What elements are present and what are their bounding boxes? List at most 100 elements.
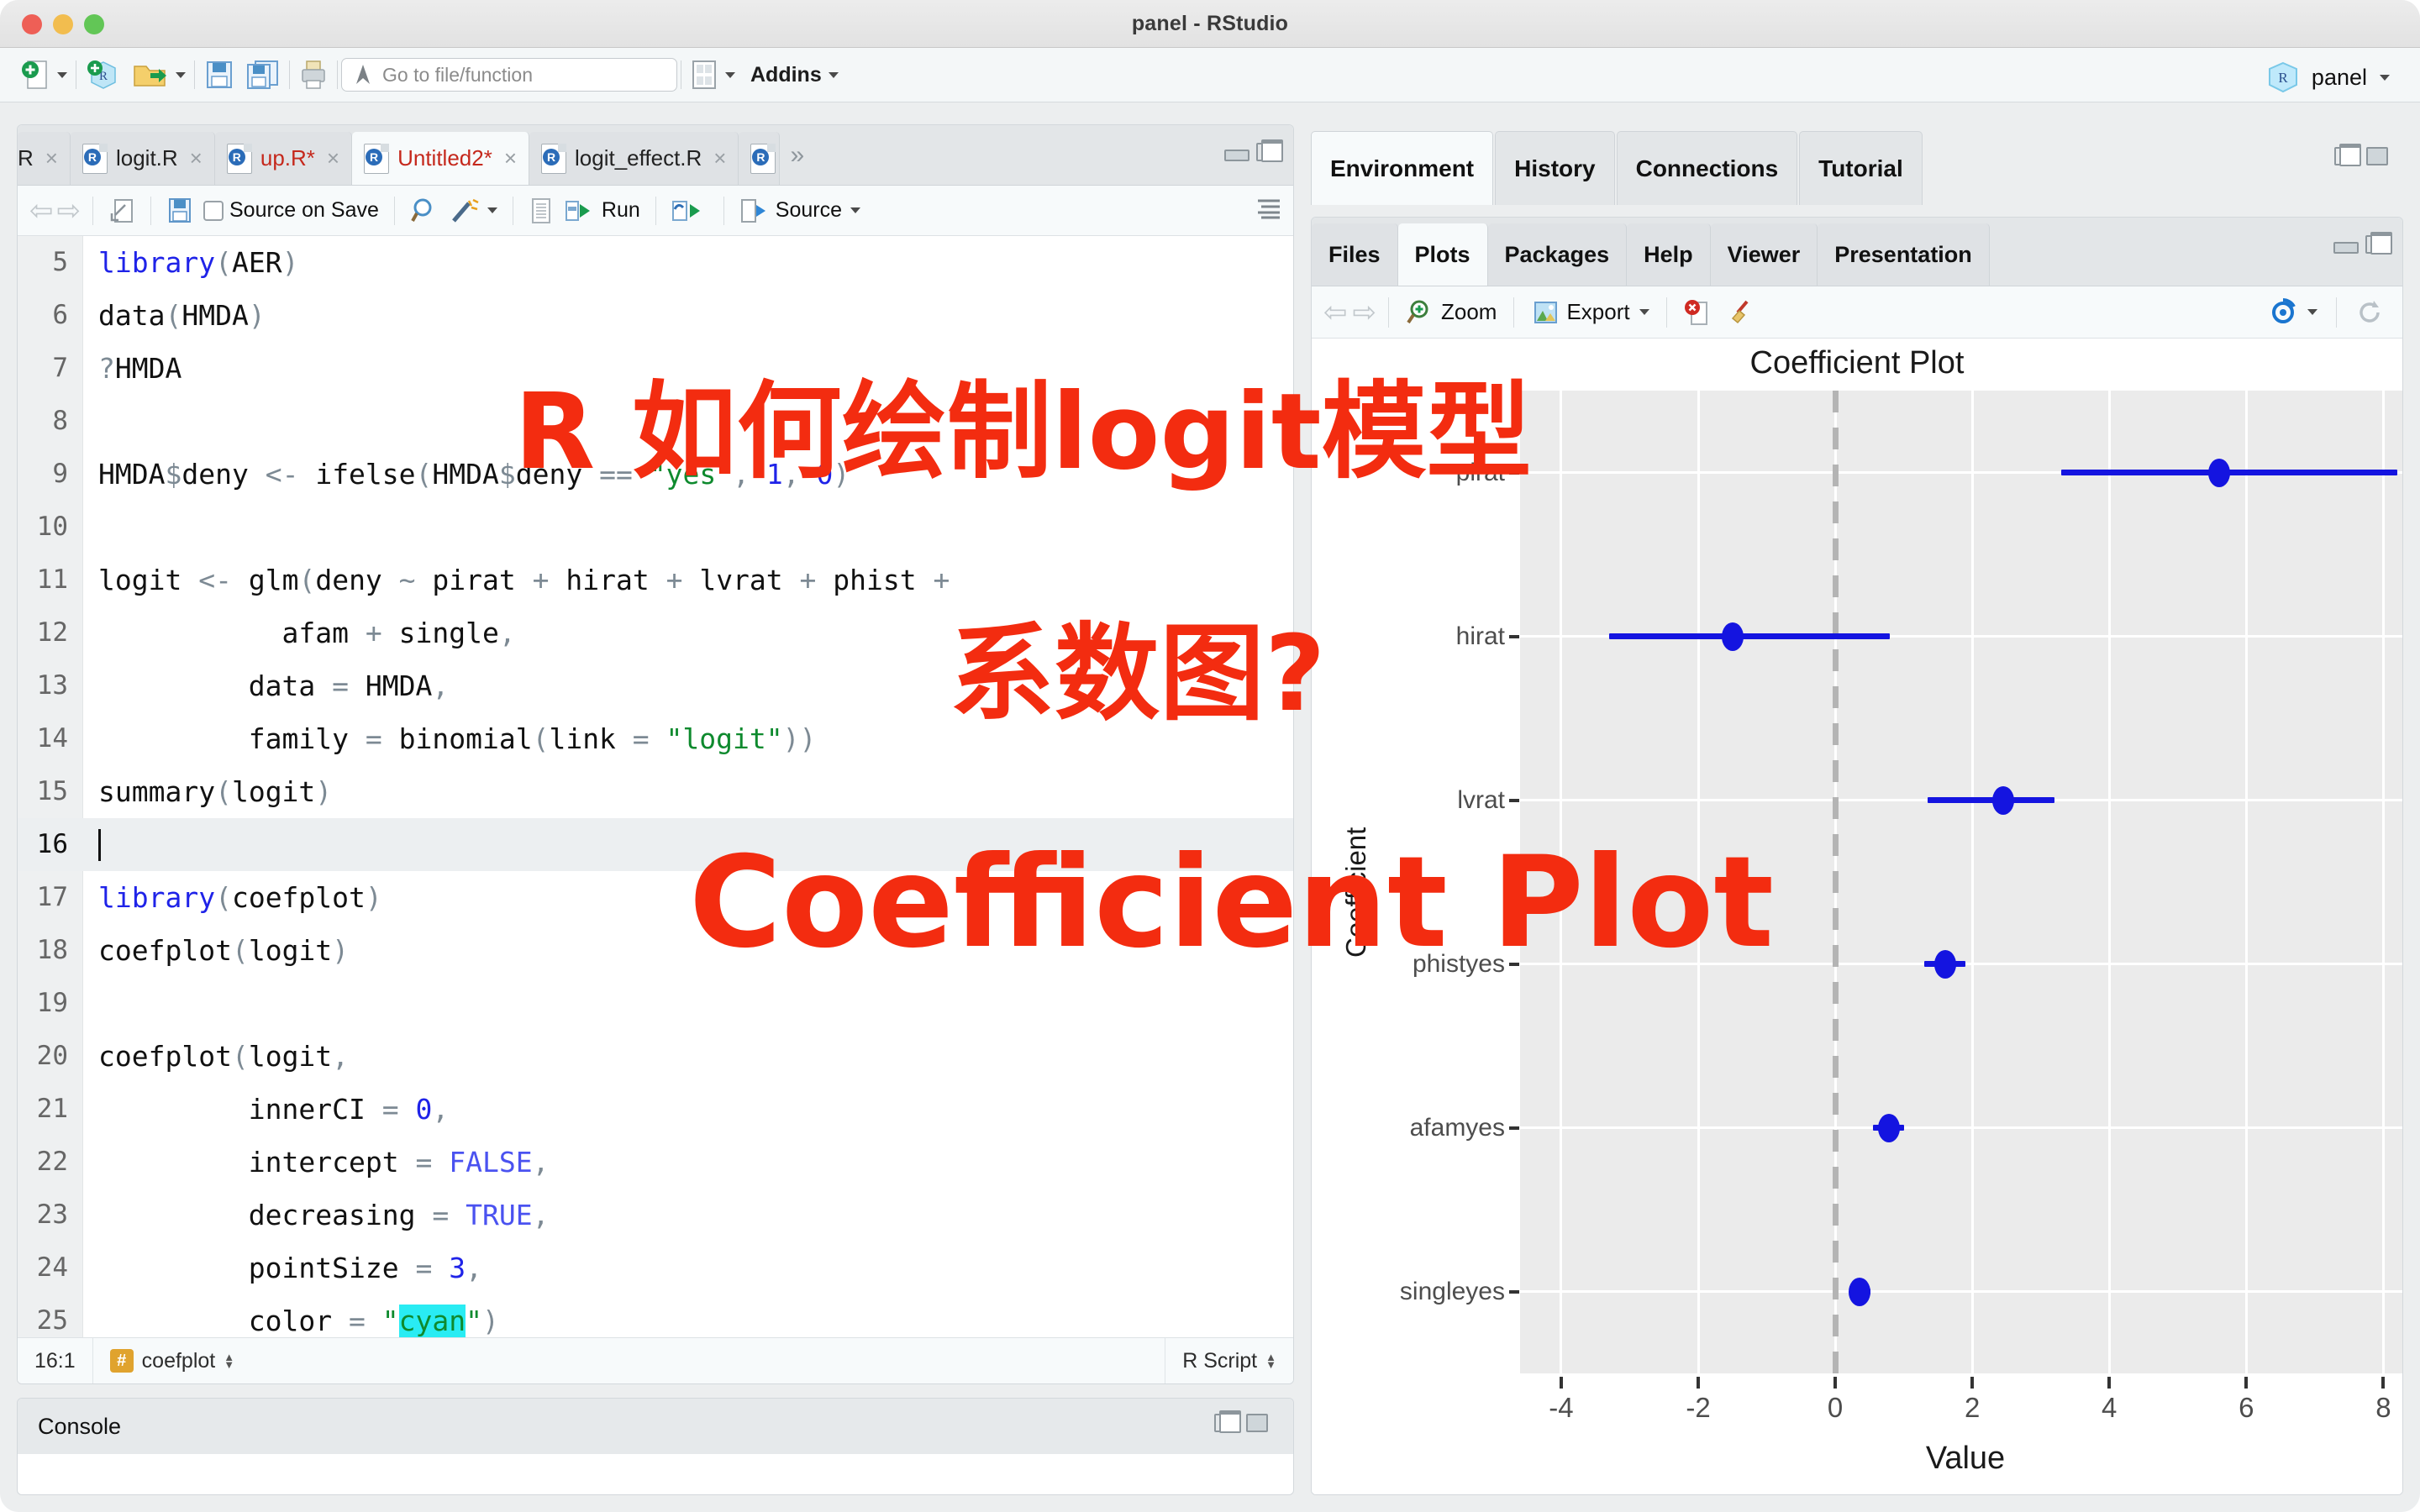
refresh-plot-button[interactable] [2350,297,2389,328]
source-tab-up-r[interactable]: R up.R* × [214,132,353,185]
file-type-selector[interactable]: R Script ▲ ▼ [1165,1338,1293,1383]
code-line[interactable]: 12 afam + single, [18,606,1293,659]
grid-line-major [1697,391,1700,1373]
code-line[interactable]: 25 color = "cyan") [18,1294,1293,1337]
source-tab-truncated[interactable]: R × [18,132,71,185]
code-line[interactable]: 14 family = binomial(link = "logit")) [18,712,1293,765]
source-tab-untitled2[interactable]: R Untitled2* × [352,132,530,185]
export-plot-button[interactable]: Export [1526,297,1654,328]
new-file-button[interactable] [15,55,72,95]
divider [393,196,395,225]
zoom-plot-button[interactable]: Zoom [1401,297,1502,328]
tab-viewer[interactable]: Viewer [1710,223,1818,286]
code-tools-button[interactable] [445,195,501,227]
maximize-pane-icon[interactable] [2334,144,2361,166]
publish-button[interactable] [2263,297,2323,328]
code-line[interactable]: 24 pointSize = 3, [18,1242,1293,1294]
close-tab-icon[interactable]: × [45,145,58,171]
run-button[interactable]: Run [560,196,644,226]
source-tab-label: R [18,145,34,171]
code-lines[interactable]: 5 library(AER) 6 data(HMDA) 7 ?HMDA 8 9 HMDA$den… [18,236,1293,1337]
tab-presentation[interactable]: Presentation [1818,223,1990,286]
save-all-button[interactable] [240,55,286,94]
open-file-button[interactable] [127,56,191,93]
addins-button[interactable]: Addins [740,60,844,91]
chevron-down-icon [487,207,497,213]
code-line[interactable]: 21 innerCI = 0, [18,1083,1293,1136]
maximize-pane-icon[interactable] [2365,231,2392,255]
source-tab-more[interactable]: R [739,132,781,185]
code-editor[interactable]: 5 library(AER) 6 data(HMDA) 7 ?HMDA 8 9 HMDA$den… [18,236,1293,1337]
clear-all-plots-button[interactable] [1721,297,1760,328]
close-tab-icon[interactable]: × [713,145,726,171]
compile-report-button[interactable] [525,195,557,227]
line-number: 21 [36,1094,68,1124]
tab-overflow-icon[interactable]: » [780,141,814,170]
minimize-pane-icon[interactable] [2333,235,2359,254]
workspace-panes-button[interactable] [685,55,740,94]
close-tab-icon[interactable]: × [190,145,203,171]
back-arrow-icon[interactable]: ⇦ [29,194,54,228]
publish-icon [2272,297,2296,323]
code-line[interactable]: 23 decreasing = TRUE, [18,1189,1293,1242]
find-replace-button[interactable] [407,195,442,227]
back-arrow-icon[interactable]: ⇦ [1323,296,1348,329]
maximize-pane-icon[interactable] [1214,1410,1241,1433]
code-line[interactable]: 17 library(coefplot) [18,871,1293,924]
source-script-button[interactable]: Source [736,196,864,226]
divider [1513,297,1515,328]
tab-tutorial[interactable]: Tutorial [1799,131,1923,205]
project-selector[interactable]: R panel [2265,59,2390,96]
code-line[interactable]: 15 summary(logit) [18,765,1293,818]
code-line[interactable]: 8 [18,395,1293,448]
tab-history[interactable]: History [1495,131,1615,205]
y-axis-label: Coefficient [1340,827,1371,958]
save-button[interactable] [198,55,240,94]
goto-file-function-input[interactable]: Go to file/function [341,58,677,92]
plots-tab-strip: Files Plots Packages Help Viewer Present… [1312,218,2402,286]
environment-window-buttons [2334,144,2403,182]
code-line[interactable]: 6 data(HMDA) [18,289,1293,342]
show-in-new-window-button[interactable] [105,195,139,227]
new-file-icon [22,60,47,89]
checkbox-icon[interactable] [203,200,224,221]
restore-pane-icon[interactable] [2366,147,2388,165]
scope-selector[interactable]: # coefplot ▲ ▼ [93,1338,251,1383]
code-line[interactable]: 11 logit <- glm(deny ~ pirat + hirat + lv… [18,554,1293,606]
environment-tab-strip: Environment History Connections Tutorial [1311,124,2403,205]
source-on-save-label: Source on Save [229,198,379,222]
code-line[interactable]: 22 intercept = FALSE, [18,1136,1293,1189]
code-line[interactable]: 16 [18,818,1293,871]
code-line[interactable]: 9 HMDA$deny <- ifelse(HMDA$deny == "yes",… [18,448,1293,501]
forward-arrow-icon[interactable]: ⇨ [57,194,82,228]
remove-plot-button[interactable] [1679,297,1716,328]
source-tab-logit-effect-r[interactable]: R logit_effect.R × [529,132,739,185]
source-on-save-checkbox[interactable]: Source on Save [200,197,382,224]
print-button[interactable] [293,55,334,94]
code-line[interactable]: 20 coefplot(logit, [18,1030,1293,1083]
tab-connections[interactable]: Connections [1616,131,1798,205]
code-line[interactable]: 7 ?HMDA [18,342,1293,395]
code-line[interactable]: 18 coefplot(logit) [18,924,1293,977]
code-line[interactable]: 10 [18,501,1293,554]
maximize-pane-icon[interactable] [1256,139,1283,162]
tab-help[interactable]: Help [1627,223,1711,286]
restore-pane-icon[interactable] [1246,1414,1268,1432]
tab-packages[interactable]: Packages [1487,223,1628,286]
tab-plots[interactable]: Plots [1397,223,1488,286]
new-project-button[interactable]: R [80,54,127,96]
close-tab-icon[interactable]: × [504,145,517,171]
tab-environment[interactable]: Environment [1311,131,1494,205]
forward-arrow-icon[interactable]: ⇨ [1353,296,1377,329]
code-line[interactable]: 5 library(AER) [18,236,1293,289]
minimize-pane-icon[interactable] [1224,143,1249,161]
close-tab-icon[interactable]: × [327,145,339,171]
rerun-button[interactable] [668,196,712,226]
source-tab-logit-r[interactable]: R logit.R × [70,132,215,185]
code-line[interactable]: 13 data = HMDA, [18,659,1293,712]
line-number: 14 [36,723,68,753]
save-file-button[interactable] [163,195,197,227]
tab-files[interactable]: Files [1312,223,1398,286]
document-outline-button[interactable] [1255,194,1293,227]
code-line[interactable]: 19 [18,977,1293,1030]
